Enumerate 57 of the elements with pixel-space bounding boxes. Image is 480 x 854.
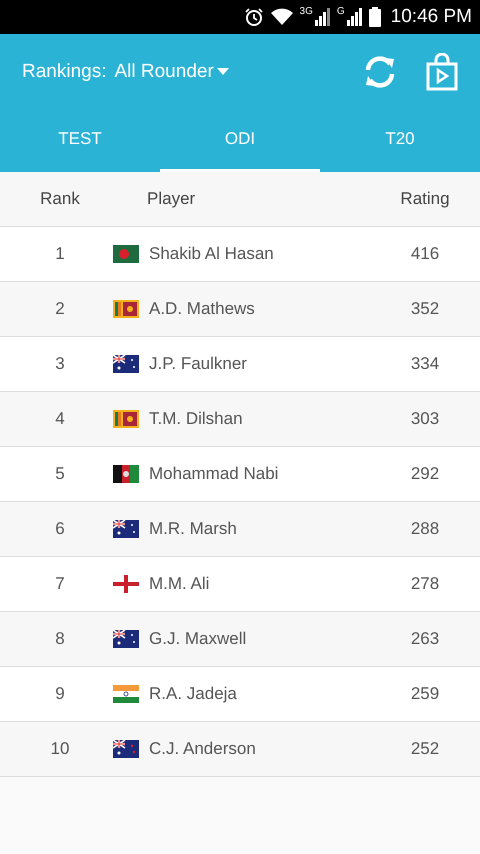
- flag-icon: [113, 685, 139, 703]
- rank-cell-text: 5: [54, 464, 66, 484]
- column-header: Player: [146, 189, 196, 209]
- player-name: T.M. Dilshan: [149, 409, 243, 429]
- rank-cell-text: 2: [54, 299, 66, 319]
- column-header: Rank: [39, 189, 81, 209]
- flag-icon: [113, 300, 139, 318]
- player-name: A.D. Mathews: [149, 299, 255, 319]
- flag-icon: [113, 410, 139, 428]
- flag-icon: [113, 630, 139, 648]
- rating-cell-text: 259: [410, 684, 440, 704]
- column-header: Rating: [399, 189, 451, 209]
- flag-icon: [113, 740, 139, 758]
- shopping-bag-icon[interactable]: [426, 53, 458, 91]
- player-name: Shakib Al Hasan: [149, 244, 274, 264]
- rating-cell-text: 288: [410, 519, 440, 539]
- rating-cell-text: 292: [410, 464, 440, 484]
- flag-icon: [113, 245, 139, 263]
- player-name: M.R. Marsh: [149, 519, 237, 539]
- category-dropdown[interactable]: All Rounder: [114, 61, 229, 83]
- rank-cell-text: 3: [54, 354, 66, 374]
- flag-icon: [113, 465, 139, 483]
- signal-icon: [314, 8, 331, 26]
- rating-cell-text: 263: [410, 629, 440, 649]
- screen-title: Rankings:: [22, 61, 106, 83]
- rank-cell-text: 8: [54, 629, 66, 649]
- rank-cell-text: 4: [54, 409, 66, 429]
- player-name: C.J. Anderson: [149, 739, 256, 759]
- player-name: Mohammad Nabi: [149, 464, 278, 484]
- wifi-icon: [270, 8, 294, 26]
- rating-cell-text: 416: [410, 244, 440, 264]
- network-label: 3G: [300, 6, 313, 17]
- rank-cell-text: 7: [54, 574, 66, 594]
- flag-icon: [113, 355, 139, 373]
- flag-icon: [113, 520, 139, 538]
- player-name: J.P. Faulkner: [149, 354, 247, 374]
- signal-icon: [346, 8, 363, 26]
- flag-icon: [113, 575, 139, 593]
- rating-cell-text: 303: [410, 409, 440, 429]
- rank-cell-text: 9: [54, 684, 66, 704]
- rating-cell-text: 278: [410, 574, 440, 594]
- rating-cell-text: 352: [410, 299, 440, 319]
- player-name: R.A. Jadeja: [149, 684, 237, 704]
- rank-cell-text: 6: [54, 519, 66, 539]
- rank-cell-text: 1: [54, 244, 66, 264]
- battery-icon: [368, 7, 381, 27]
- rating-cell-text: 334: [410, 354, 440, 374]
- player-name: M.M. Ali: [149, 574, 210, 594]
- player-name: G.J. Maxwell: [149, 629, 246, 649]
- alarm-clock-icon: [244, 7, 264, 27]
- caret-icon: [216, 68, 229, 76]
- rank-cell-text: 10: [50, 739, 70, 759]
- rating-cell-text: 252: [410, 739, 440, 759]
- clock-time: 10:46 PM: [390, 6, 472, 28]
- network-label: G: [336, 6, 345, 17]
- tab[interactable]: TEST: [0, 110, 160, 172]
- tab[interactable]: T20: [320, 110, 480, 172]
